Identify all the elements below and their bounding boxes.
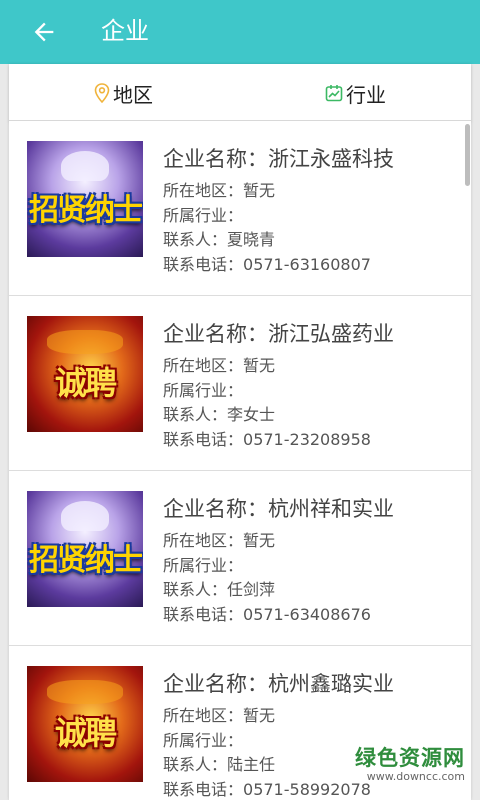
watermark-url: www.downcc.com [366, 770, 465, 783]
company-contact: 联系人：夏晓青 [163, 230, 276, 249]
company-phone: 联系电话：0571-63408676 [163, 604, 371, 624]
company-phone: 联系电话：0571-63160807 [163, 254, 371, 274]
company-name: 企业名称：杭州祥和实业 [163, 497, 394, 521]
location-pin-icon [94, 83, 110, 103]
company-image-text: 诚聘 [54, 364, 117, 402]
company-list-item[interactable]: 招贤纳士 企业名称：杭州祥和实业 所在地区：暂无 所属行业： 联系人：任剑萍 联… [9, 471, 471, 646]
industry-chart-icon [325, 85, 343, 102]
company-image-text: 招贤纳士 [29, 543, 143, 578]
watermark-title: 绿色资源网 [355, 746, 465, 770]
company-industry: 所属行业： [163, 380, 244, 400]
company-region: 所在地区：暂无 [163, 181, 276, 200]
company-industry: 所属行业： [163, 555, 244, 575]
content-panel: 地区 行业 招贤纳士 企业名称：浙江永盛科技 所在地区：暂无 所属行业： 联系人… [9, 64, 471, 800]
company-image: 诚聘 [27, 316, 143, 432]
decor-shape [47, 330, 123, 354]
company-industry: 所属行业： [163, 205, 244, 225]
company-region: 所在地区：暂无 [163, 706, 276, 725]
company-info: 企业名称：浙江永盛科技 所在地区：暂无 所属行业： 联系人：夏晓青 联系电话：0… [163, 143, 394, 277]
watermark: 绿色资源网 www.downcc.com [345, 746, 465, 784]
company-image-text: 招贤纳士 [29, 193, 143, 228]
company-region: 所在地区：暂无 [163, 356, 276, 375]
region-filter-label: 地区 [113, 82, 153, 107]
company-list-item[interactable]: 诚聘 企业名称：浙江弘盛药业 所在地区：暂无 所属行业： 联系人：李女士 联系电… [9, 296, 471, 471]
scrollbar[interactable] [465, 124, 470, 186]
company-list-item[interactable]: 招贤纳士 企业名称：浙江永盛科技 所在地区：暂无 所属行业： 联系人：夏晓青 联… [9, 121, 471, 296]
app-bar: 企业 [0, 0, 480, 64]
industry-filter-button[interactable]: 行业 [325, 78, 386, 108]
industry-filter-label: 行业 [346, 82, 386, 107]
page-title: 企业 [101, 17, 149, 45]
company-info: 企业名称：浙江弘盛药业 所在地区：暂无 所属行业： 联系人：李女士 联系电话：0… [163, 318, 394, 452]
filter-bar: 地区 行业 [9, 64, 471, 121]
decor-shape [47, 680, 123, 704]
company-info: 企业名称：杭州祥和实业 所在地区：暂无 所属行业： 联系人：任剑萍 联系电话：0… [163, 493, 394, 627]
company-image: 招贤纳士 [27, 141, 143, 257]
company-region: 所在地区：暂无 [163, 531, 276, 550]
company-phone: 联系电话：0571-23208958 [163, 429, 371, 449]
decor-shape [61, 151, 109, 181]
region-filter-button[interactable]: 地区 [94, 78, 153, 108]
company-image-text: 诚聘 [54, 714, 117, 752]
company-name: 企业名称：浙江永盛科技 [163, 147, 394, 171]
company-image: 诚聘 [27, 666, 143, 782]
company-name: 企业名称：杭州鑫璐实业 [163, 672, 394, 696]
company-list[interactable]: 招贤纳士 企业名称：浙江永盛科技 所在地区：暂无 所属行业： 联系人：夏晓青 联… [9, 121, 471, 800]
company-contact: 联系人：李女士 [163, 405, 276, 424]
back-arrow-icon[interactable] [30, 18, 58, 46]
decor-shape [61, 501, 109, 531]
company-image: 招贤纳士 [27, 491, 143, 607]
company-contact: 联系人：任剑萍 [163, 580, 276, 599]
company-name: 企业名称：浙江弘盛药业 [163, 322, 394, 346]
